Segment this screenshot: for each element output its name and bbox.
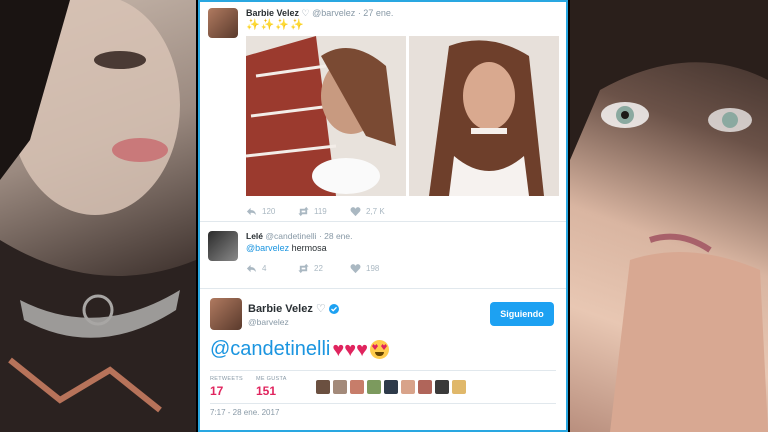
likes-value: 151 bbox=[256, 384, 277, 398]
reply-count: 120 bbox=[262, 207, 276, 216]
right-photo-art bbox=[570, 0, 768, 432]
heart-symbol: ♡ bbox=[301, 8, 310, 18]
retweets-stat[interactable]: RETWEETS 17 bbox=[210, 376, 256, 398]
avatar[interactable] bbox=[401, 380, 415, 394]
like-icon bbox=[350, 207, 361, 217]
author-handle[interactable]: @barvelez bbox=[312, 8, 355, 18]
retweet-icon bbox=[298, 263, 309, 274]
retweet-count: 22 bbox=[314, 264, 323, 273]
media-image-2[interactable] bbox=[409, 36, 559, 196]
tweet-3: Barbie Velez ♡ @barvelez Siguiendo @cand… bbox=[200, 290, 566, 430]
like-count: 198 bbox=[366, 264, 380, 273]
avatar[interactable] bbox=[208, 8, 238, 38]
avatar[interactable] bbox=[350, 380, 364, 394]
likes-label: ME GUSTA bbox=[256, 376, 287, 382]
like-count: 2,7 K bbox=[366, 207, 385, 216]
avatar[interactable] bbox=[435, 380, 449, 394]
tweet-timestamp[interactable]: 7:17 - 28 ene. 2017 bbox=[210, 408, 279, 417]
like-button[interactable]: 198 bbox=[350, 263, 402, 274]
tweet-text: ✨✨✨✨ bbox=[246, 19, 305, 31]
tweet-2: Lelé @candetinelli · 28 ene. @barvelez h… bbox=[200, 223, 566, 289]
reply-button[interactable]: 4 bbox=[246, 263, 298, 274]
retweet-count: 119 bbox=[314, 207, 327, 216]
avatar[interactable] bbox=[384, 380, 398, 394]
tweet-text: @barvelez hermosa bbox=[246, 243, 327, 253]
author-name[interactable]: Barbie Velez bbox=[246, 8, 299, 18]
avatar[interactable] bbox=[367, 380, 381, 394]
author-name[interactable]: Barbie Velez bbox=[248, 303, 313, 315]
avatar[interactable] bbox=[316, 380, 330, 394]
author-handle[interactable]: @barvelez bbox=[248, 317, 289, 327]
tweet-stats: RETWEETS 17 ME GUSTA 151 bbox=[210, 370, 556, 404]
tweet-1-actions: 120 119 2,7 K bbox=[246, 206, 402, 217]
retweet-button[interactable]: 22 bbox=[298, 263, 350, 274]
avatar[interactable] bbox=[452, 380, 466, 394]
mention-link[interactable]: @candetinelli bbox=[210, 338, 330, 361]
tweet-date[interactable]: · 28 ene. bbox=[319, 231, 353, 241]
left-photo-art bbox=[0, 0, 196, 432]
author-name[interactable]: Lelé bbox=[246, 231, 263, 241]
mention-link[interactable]: @barvelez bbox=[246, 243, 289, 253]
tweet-date[interactable]: · 27 ene. bbox=[358, 8, 394, 18]
tweet-1: Barbie Velez ♡ @barvelez · 27 ene. ✨✨✨✨ bbox=[200, 2, 566, 222]
media-image-1-art bbox=[245, 36, 406, 196]
avatar[interactable] bbox=[210, 298, 242, 330]
like-button[interactable]: 2,7 K bbox=[350, 206, 402, 217]
reply-icon bbox=[246, 264, 257, 273]
avatar[interactable] bbox=[208, 231, 238, 261]
media-image-2-art bbox=[409, 36, 559, 196]
tweet-header: Lelé @candetinelli · 28 ene. bbox=[246, 231, 353, 241]
following-button[interactable]: Siguiendo bbox=[490, 302, 554, 326]
avatar[interactable] bbox=[333, 380, 347, 394]
heart-eyes-emoji bbox=[370, 340, 389, 359]
reply-text: hermosa bbox=[289, 243, 327, 253]
tweet-header: Barbie Velez ♡ bbox=[248, 302, 339, 315]
tweet-panel: Barbie Velez ♡ @barvelez · 27 ene. ✨✨✨✨ bbox=[198, 0, 568, 432]
tweet-2-actions: 4 22 198 bbox=[246, 263, 402, 274]
likes-stat[interactable]: ME GUSTA 151 bbox=[256, 376, 302, 398]
verified-icon bbox=[328, 303, 339, 314]
tweet-text: @candetinelli ♥♥♥ bbox=[210, 338, 389, 361]
heart-symbol: ♡ bbox=[315, 303, 326, 315]
like-icon bbox=[350, 264, 361, 274]
reply-icon bbox=[246, 207, 257, 216]
reply-button[interactable]: 120 bbox=[246, 206, 298, 217]
retweet-button[interactable]: 119 bbox=[298, 206, 350, 217]
likers-avatars bbox=[316, 380, 466, 394]
reply-count: 4 bbox=[262, 264, 267, 273]
left-photo bbox=[0, 0, 196, 432]
hearts-emoji: ♥♥♥ bbox=[332, 338, 368, 361]
author-handle[interactable]: @candetinelli bbox=[265, 231, 316, 241]
retweets-label: RETWEETS bbox=[210, 376, 243, 382]
avatar[interactable] bbox=[418, 380, 432, 394]
retweets-value: 17 bbox=[210, 384, 224, 398]
media-image-1[interactable] bbox=[245, 36, 406, 196]
right-photo bbox=[570, 0, 768, 432]
retweet-icon bbox=[298, 206, 309, 217]
